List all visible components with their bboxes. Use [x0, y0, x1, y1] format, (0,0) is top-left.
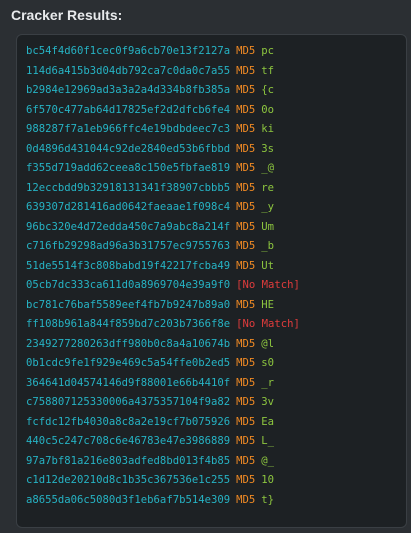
plaintext-value: {c	[261, 84, 275, 96]
page-title: Cracker Results:	[11, 7, 123, 23]
algorithm-label: MD5	[236, 376, 256, 389]
result-row: 97a7bf81a216e803adfed8bd013f4b85 MD5 @_	[26, 452, 300, 472]
plaintext-value: L_	[261, 435, 275, 447]
algorithm-label: MD5	[236, 240, 256, 252]
result-row: 05cb7dc333ca611d0a8969704e39a9f0 [No Matc…	[26, 276, 300, 296]
algorithm-label: MD5	[236, 45, 256, 57]
hash-value: b2984e12969ad3a3a2a4d334b8fb385a	[26, 84, 231, 96]
algorithm-label: MD5	[236, 142, 256, 155]
hash-value: 12eccbdd9b32918131341f38907cbbb5	[26, 181, 231, 194]
plaintext-value: 3s	[261, 142, 275, 155]
result-row: 0d4896d431044c92de2840ed53b6fbbd MD5 3s	[26, 140, 300, 160]
result-row: f355d719add62ceea8c150e5fbfae819 MD5 _@	[26, 159, 300, 179]
algorithm-label: MD5	[236, 298, 256, 311]
result-row: 0b1cdc9fe1f929e469c5a54ffe0b2ed5 MD5 s0	[26, 354, 300, 374]
result-row: fcfdc12fb4030a8c8a2e19cf7b075926 MD5 Ea	[26, 413, 300, 433]
no-match-label: [No Match]	[236, 318, 300, 330]
plaintext-value: _@	[261, 162, 275, 174]
hash-value: 05cb7dc333ca611d0a8969704e39a9f0	[26, 279, 231, 291]
algorithm-label: MD5	[236, 415, 256, 428]
hash-value: 364641d04574146d9f88001e66b4410f	[26, 376, 231, 389]
algorithm-label: MD5	[236, 103, 256, 116]
algorithm-label: MD5	[236, 84, 256, 96]
plaintext-value: pc	[261, 45, 275, 57]
result-row: 440c5c247c708c6e46783e47e3986889 MD5 L_	[26, 432, 300, 452]
hash-value: f355d719add62ceea8c150e5fbfae819	[26, 162, 231, 174]
hash-value: c1d12de20210d8c1b35c367536e1c255	[26, 474, 231, 486]
result-row: b2984e12969ad3a3a2a4d334b8fb385a MD5 {c	[26, 81, 300, 101]
algorithm-label: MD5	[236, 259, 256, 272]
hash-value: 2349277280263dff980b0c8a4a10674b	[26, 337, 231, 350]
hash-value: 0b1cdc9fe1f929e469c5a54ffe0b2ed5	[26, 357, 231, 369]
algorithm-label: MD5	[236, 162, 256, 174]
plaintext-value: ki	[261, 123, 275, 135]
algorithm-label: MD5	[236, 435, 256, 447]
plaintext-value: 3v	[261, 396, 275, 408]
hash-value: 114d6a415b3d04db792ca7c0da0c7a55	[26, 64, 231, 77]
result-row: 6f570c477ab64d17825ef2d2dfcb6fe4 MD5 0o	[26, 101, 300, 121]
algorithm-label: MD5	[236, 201, 256, 213]
hash-value: 51de5514f3c808babd19f42217fcba49	[26, 259, 231, 272]
result-row: 96bc320e4d72edda450c7a9abc8a214f MD5 Um	[26, 218, 300, 238]
algorithm-label: MD5	[236, 474, 256, 486]
algorithm-label: MD5	[236, 220, 256, 233]
plaintext-value: t}	[261, 493, 275, 506]
plaintext-value: HE	[261, 298, 275, 311]
hash-value: a8655da06c5080d3f1eb6af7b514e309	[26, 493, 231, 506]
hash-value: 0d4896d431044c92de2840ed53b6fbbd	[26, 142, 231, 155]
result-row: a8655da06c5080d3f1eb6af7b514e309 MD5 t}	[26, 491, 300, 511]
hash-value: 6f570c477ab64d17825ef2d2dfcb6fe4	[26, 103, 231, 116]
algorithm-label: MD5	[236, 181, 256, 194]
algorithm-label: MD5	[236, 337, 256, 350]
plaintext-value: 0o	[261, 103, 275, 116]
result-row: 988287f7a1eb966ffc4e19bdbdeec7c3 MD5 ki	[26, 120, 300, 140]
plaintext-value: Um	[261, 220, 275, 233]
result-row: 12eccbdd9b32918131341f38907cbbb5 MD5 re	[26, 179, 300, 199]
hash-value: 639307d281416ad0642faeaae1f098c4	[26, 201, 231, 213]
plaintext-value: Ea	[261, 415, 275, 428]
algorithm-label: MD5	[236, 357, 256, 369]
plaintext-value: _b	[261, 240, 275, 252]
result-row: 51de5514f3c808babd19f42217fcba49 MD5 Ut	[26, 257, 300, 277]
result-row: bc54f4d60f1cec0f9a6cb70e13f2127a MD5 pc	[26, 42, 300, 62]
result-row: c1d12de20210d8c1b35c367536e1c255 MD5 10	[26, 471, 300, 491]
result-row: c758807125330006a4375357104f9a82 MD5 3v	[26, 393, 300, 413]
hash-value: 97a7bf81a216e803adfed8bd013f4b85	[26, 454, 231, 467]
result-row: bc781c76baf5589eef4fb7b9247b89a0 MD5 HE	[26, 296, 300, 316]
plaintext-value: _y	[261, 201, 275, 213]
hash-value: ff108b961a844f859bd7c203b7366f8e	[26, 318, 231, 330]
result-row: 364641d04574146d9f88001e66b4410f MD5 _r	[26, 374, 300, 394]
hash-value: 988287f7a1eb966ffc4e19bdbdeec7c3	[26, 123, 231, 135]
plaintext-value: s0	[261, 357, 275, 369]
plaintext-value: re	[261, 181, 275, 194]
algorithm-label: MD5	[236, 454, 256, 467]
plaintext-value: _r	[261, 376, 275, 389]
plaintext-value: 10	[261, 474, 275, 486]
algorithm-label: MD5	[236, 493, 256, 506]
hash-value: c716fb29298ad96a3b31757ec9755763	[26, 240, 231, 252]
plaintext-value: @l	[261, 337, 275, 350]
plaintext-value: @_	[261, 454, 275, 467]
hash-value: bc54f4d60f1cec0f9a6cb70e13f2127a	[26, 45, 231, 57]
algorithm-label: MD5	[236, 123, 256, 135]
result-row: ff108b961a844f859bd7c203b7366f8e [No Matc…	[26, 315, 300, 335]
result-row: 114d6a415b3d04db792ca7c0da0c7a55 MD5 tf	[26, 62, 300, 82]
hash-value: bc781c76baf5589eef4fb7b9247b89a0	[26, 298, 231, 311]
results-list: bc54f4d60f1cec0f9a6cb70e13f2127a MD5 pc 114…	[26, 42, 300, 510]
hash-value: c758807125330006a4375357104f9a82	[26, 396, 231, 408]
hash-value: 96bc320e4d72edda450c7a9abc8a214f	[26, 220, 231, 233]
result-row: 2349277280263dff980b0c8a4a10674b MD5 @l	[26, 335, 300, 355]
no-match-label: [No Match]	[236, 279, 300, 291]
results-panel[interactable]: bc54f4d60f1cec0f9a6cb70e13f2127a MD5 pc 114…	[16, 34, 407, 528]
algorithm-label: MD5	[236, 64, 256, 77]
hash-value: fcfdc12fb4030a8c8a2e19cf7b075926	[26, 415, 231, 428]
hash-value: 440c5c247c708c6e46783e47e3986889	[26, 435, 231, 447]
algorithm-label: MD5	[236, 396, 256, 408]
result-row: c716fb29298ad96a3b31757ec9755763 MD5 _b	[26, 237, 300, 257]
result-row: 639307d281416ad0642faeaae1f098c4 MD5 _y	[26, 198, 300, 218]
plaintext-value: tf	[261, 64, 275, 77]
plaintext-value: Ut	[261, 259, 275, 272]
